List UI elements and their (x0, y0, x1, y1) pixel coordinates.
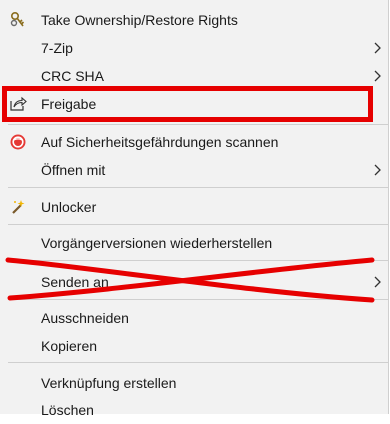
menu-item-label: Löschen (41, 402, 94, 418)
menu-item-label: Unlocker (41, 199, 97, 215)
menu-separator (8, 187, 388, 188)
menu-item-previous-versions[interactable]: Vorgängerversionen wiederherstellen (0, 229, 388, 257)
menu-item-security-scan[interactable]: Auf Sicherheitsgefährdungen scannen (0, 128, 388, 156)
menu-separator (8, 124, 388, 125)
menu-item-label: Ausschneiden (41, 310, 129, 326)
menu-item-unlocker[interactable]: Unlocker (0, 193, 388, 221)
menu-item-send-to[interactable]: Senden an (0, 268, 388, 296)
chevron-right-icon (374, 164, 381, 176)
chevron-right-icon (374, 276, 381, 288)
menu-item-label: Senden an (41, 274, 109, 290)
menu-separator (8, 224, 388, 225)
menu-item-label: 7-Zip (41, 40, 73, 56)
menu-item-7zip[interactable]: 7-Zip (0, 34, 388, 62)
menu-item-label: Auf Sicherheitsgefährdungen scannen (41, 134, 279, 150)
menu-item-label: CRC SHA (41, 68, 105, 84)
menu-item-copy[interactable]: Kopieren (0, 332, 388, 360)
menu-separator (8, 299, 388, 300)
menu-item-open-with[interactable]: Öffnen mit (0, 156, 388, 184)
menu-item-label: Verknüpfung erstellen (41, 375, 177, 391)
menu-item-label: Kopieren (41, 338, 98, 354)
highlight-annotation (2, 86, 373, 122)
menu-item-label: Take Ownership/Restore Rights (41, 12, 238, 28)
chevron-right-icon (374, 70, 381, 82)
menu-item-cut[interactable]: Ausschneiden (0, 304, 388, 332)
menu-item-label: Vorgängerversionen wiederherstellen (41, 235, 273, 251)
magic-wand-icon (9, 198, 27, 216)
context-menu: Take Ownership/Restore Rights 7-Zip CRC … (0, 0, 389, 418)
menu-item-take-ownership[interactable]: Take Ownership/Restore Rights (0, 6, 388, 34)
menu-separator (8, 362, 388, 363)
security-scan-icon (9, 133, 27, 151)
chevron-right-icon (374, 42, 381, 54)
keys-icon (9, 11, 27, 29)
menu-item-label: Öffnen mit (41, 162, 106, 178)
menu-separator (8, 260, 388, 261)
menu-item-create-shortcut[interactable]: Verknüpfung erstellen (0, 369, 388, 397)
menu-item-delete[interactable]: Löschen (0, 396, 388, 424)
